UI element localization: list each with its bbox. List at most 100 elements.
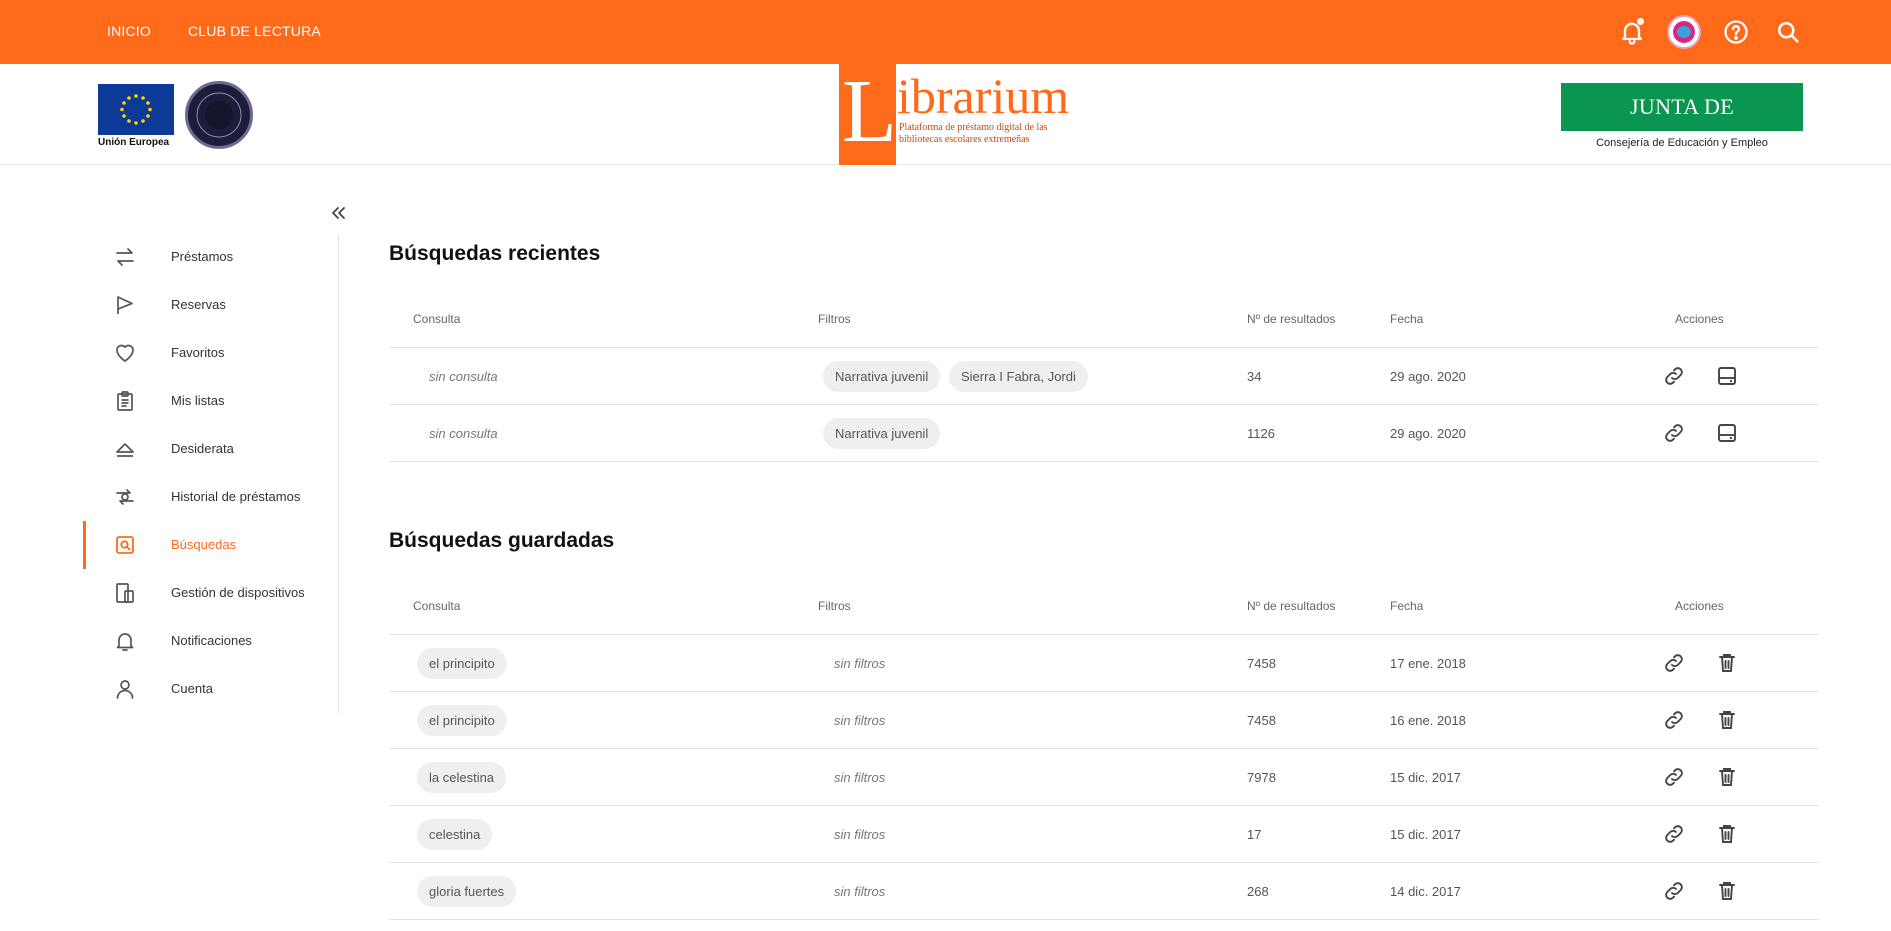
sidebar-item-favoritos[interactable]: Favoritos: [83, 329, 338, 377]
column-header-acciones: Acciones: [1675, 312, 1724, 326]
help-button[interactable]: [1722, 18, 1750, 46]
sidebar-item-prestamos[interactable]: Préstamos: [83, 233, 338, 281]
date-cell: 29 ago. 2020: [1390, 369, 1466, 384]
notifications-button[interactable]: [1618, 18, 1646, 46]
trash-icon: [1715, 711, 1739, 736]
save-search-button[interactable]: [1715, 364, 1739, 388]
eu-label: Unión Europea: [98, 137, 170, 148]
sidebar-item-label: Gestión de dispositivos: [171, 585, 305, 600]
filter-chip[interactable]: Narrativa juvenil: [823, 418, 941, 449]
open-search-link-button[interactable]: [1662, 708, 1686, 732]
open-search-link-button[interactable]: [1662, 822, 1686, 846]
sidebar-item-desiderata[interactable]: Desiderata: [83, 425, 338, 473]
sidebar-item-label: Historial de préstamos: [171, 489, 301, 504]
avatar[interactable]: [1667, 15, 1701, 49]
column-header-fecha: Fecha: [1390, 312, 1424, 326]
results-count: 7458: [1247, 656, 1276, 671]
date-cell: 29 ago. 2020: [1390, 426, 1466, 441]
date-cell: 14 dic. 2017: [1390, 884, 1461, 899]
results-count: 34: [1247, 369, 1262, 384]
bell-icon: [1618, 22, 1646, 50]
results-count: 268: [1247, 884, 1269, 899]
open-search-link-button[interactable]: [1662, 364, 1686, 388]
date-cell: 17 ene. 2018: [1390, 656, 1466, 671]
column-header-resultados: Nº de resultados: [1247, 599, 1336, 613]
collapse-sidebar-button[interactable]: [328, 203, 348, 223]
sidebar-item-cuenta[interactable]: Cuenta: [83, 665, 338, 713]
delete-search-button[interactable]: [1715, 708, 1739, 732]
sidebar-item-mis-listas[interactable]: Mis listas: [83, 377, 338, 425]
query-chip[interactable]: celestina: [417, 819, 493, 850]
delete-search-button[interactable]: [1715, 879, 1739, 903]
save-tray-icon: [1715, 367, 1739, 392]
table-bottom-border: [389, 461, 1819, 462]
sidebar-item-label: Favoritos: [171, 345, 225, 360]
query-chip[interactable]: el principito: [417, 705, 507, 736]
user-icon: [113, 677, 137, 701]
delete-search-button[interactable]: [1715, 822, 1739, 846]
devices-icon: [113, 581, 137, 605]
sidebar-item-busquedas[interactable]: Búsquedas: [83, 521, 338, 569]
top-bar: INICIO CLUB DE LECTURA: [0, 0, 1891, 64]
query-chip[interactable]: el principito: [417, 648, 507, 679]
junta-logo: JUNTA DE EXTREMADURA: [1561, 83, 1803, 167]
query-chip[interactable]: gloria fuertes: [417, 876, 517, 907]
sidebar-item-label: Préstamos: [171, 249, 234, 264]
logo-header: Unión Europea L ibrarium Plataforma de p…: [0, 62, 1891, 167]
nav-club-de-lectura[interactable]: CLUB DE LECTURA: [188, 23, 321, 39]
bell-icon: [113, 629, 137, 653]
sidebar-item-label: Reservas: [171, 297, 226, 312]
sidebar-item-notificaciones[interactable]: Notificaciones: [83, 617, 338, 665]
sidebar-item-label: Búsquedas: [171, 537, 237, 552]
column-header-fecha: Fecha: [1390, 599, 1424, 613]
sidebar-item-historial-de-prestamos[interactable]: Historial de préstamos: [83, 473, 338, 521]
saved-searches-title: Búsquedas guardadas: [389, 529, 615, 552]
delete-search-button[interactable]: [1715, 765, 1739, 789]
column-header-filtros: Filtros: [818, 599, 851, 613]
filter-chip[interactable]: Sierra I Fabra, Jordi: [949, 361, 1088, 392]
link-icon: [1662, 424, 1686, 449]
librarium-logo-letter: L: [842, 62, 897, 161]
column-header-acciones: Acciones: [1675, 599, 1724, 613]
save-search-button[interactable]: [1715, 421, 1739, 445]
trash-icon: [1715, 825, 1739, 850]
query-cell: sin consulta: [429, 426, 498, 441]
filter-chip[interactable]: Narrativa juvenil: [823, 361, 941, 392]
search-button[interactable]: [1774, 18, 1802, 46]
link-icon: [1662, 367, 1686, 392]
date-cell: 15 dic. 2017: [1390, 827, 1461, 842]
filters-cell: sin filtros: [834, 656, 886, 671]
clipboard-icon: [113, 389, 137, 413]
sidebar-item-label: Mis listas: [171, 393, 225, 408]
link-icon: [1662, 711, 1686, 736]
open-search-link-button[interactable]: [1662, 651, 1686, 675]
sidebar-item-gestion-de-dispositivos[interactable]: Gestión de dispositivos: [83, 569, 338, 617]
table-row: gloria fuertes sin filtros 268 14 dic. 2…: [389, 862, 1819, 919]
eu-flag-logo: [98, 84, 174, 135]
trash-icon: [1715, 768, 1739, 793]
delete-search-button[interactable]: [1715, 651, 1739, 675]
heart-icon: [113, 341, 137, 365]
link-icon: [1662, 768, 1686, 793]
nav-inicio[interactable]: INICIO: [107, 23, 151, 39]
librarium-logo-word[interactable]: ibrarium: [897, 66, 1069, 126]
open-search-link-button[interactable]: [1662, 879, 1686, 903]
trash-icon: [1715, 882, 1739, 907]
filters-cell: sin filtros: [834, 884, 886, 899]
notification-badge: [1637, 18, 1644, 25]
recent-searches-title: Búsquedas recientes: [389, 242, 601, 265]
save-tray-icon: [1715, 424, 1739, 449]
junta-subtitle: Consejería de Educación y Empleo: [1596, 137, 1768, 149]
filters-cell: sin filtros: [834, 827, 886, 842]
sidebar-item-label: Cuenta: [171, 681, 213, 696]
open-search-link-button[interactable]: [1662, 765, 1686, 789]
table-row: la celestina sin filtros 7978 15 dic. 20…: [389, 748, 1819, 805]
column-header-consulta: Consulta: [413, 599, 461, 613]
table-row: el principito sin filtros 7458 16 ene. 2…: [389, 691, 1819, 748]
link-icon: [1662, 882, 1686, 907]
query-chip[interactable]: la celestina: [417, 762, 507, 793]
sidebar-item-reservas[interactable]: Reservas: [83, 281, 338, 329]
query-cell: sin consulta: [429, 369, 498, 384]
column-header-filtros: Filtros: [818, 312, 851, 326]
open-search-link-button[interactable]: [1662, 421, 1686, 445]
